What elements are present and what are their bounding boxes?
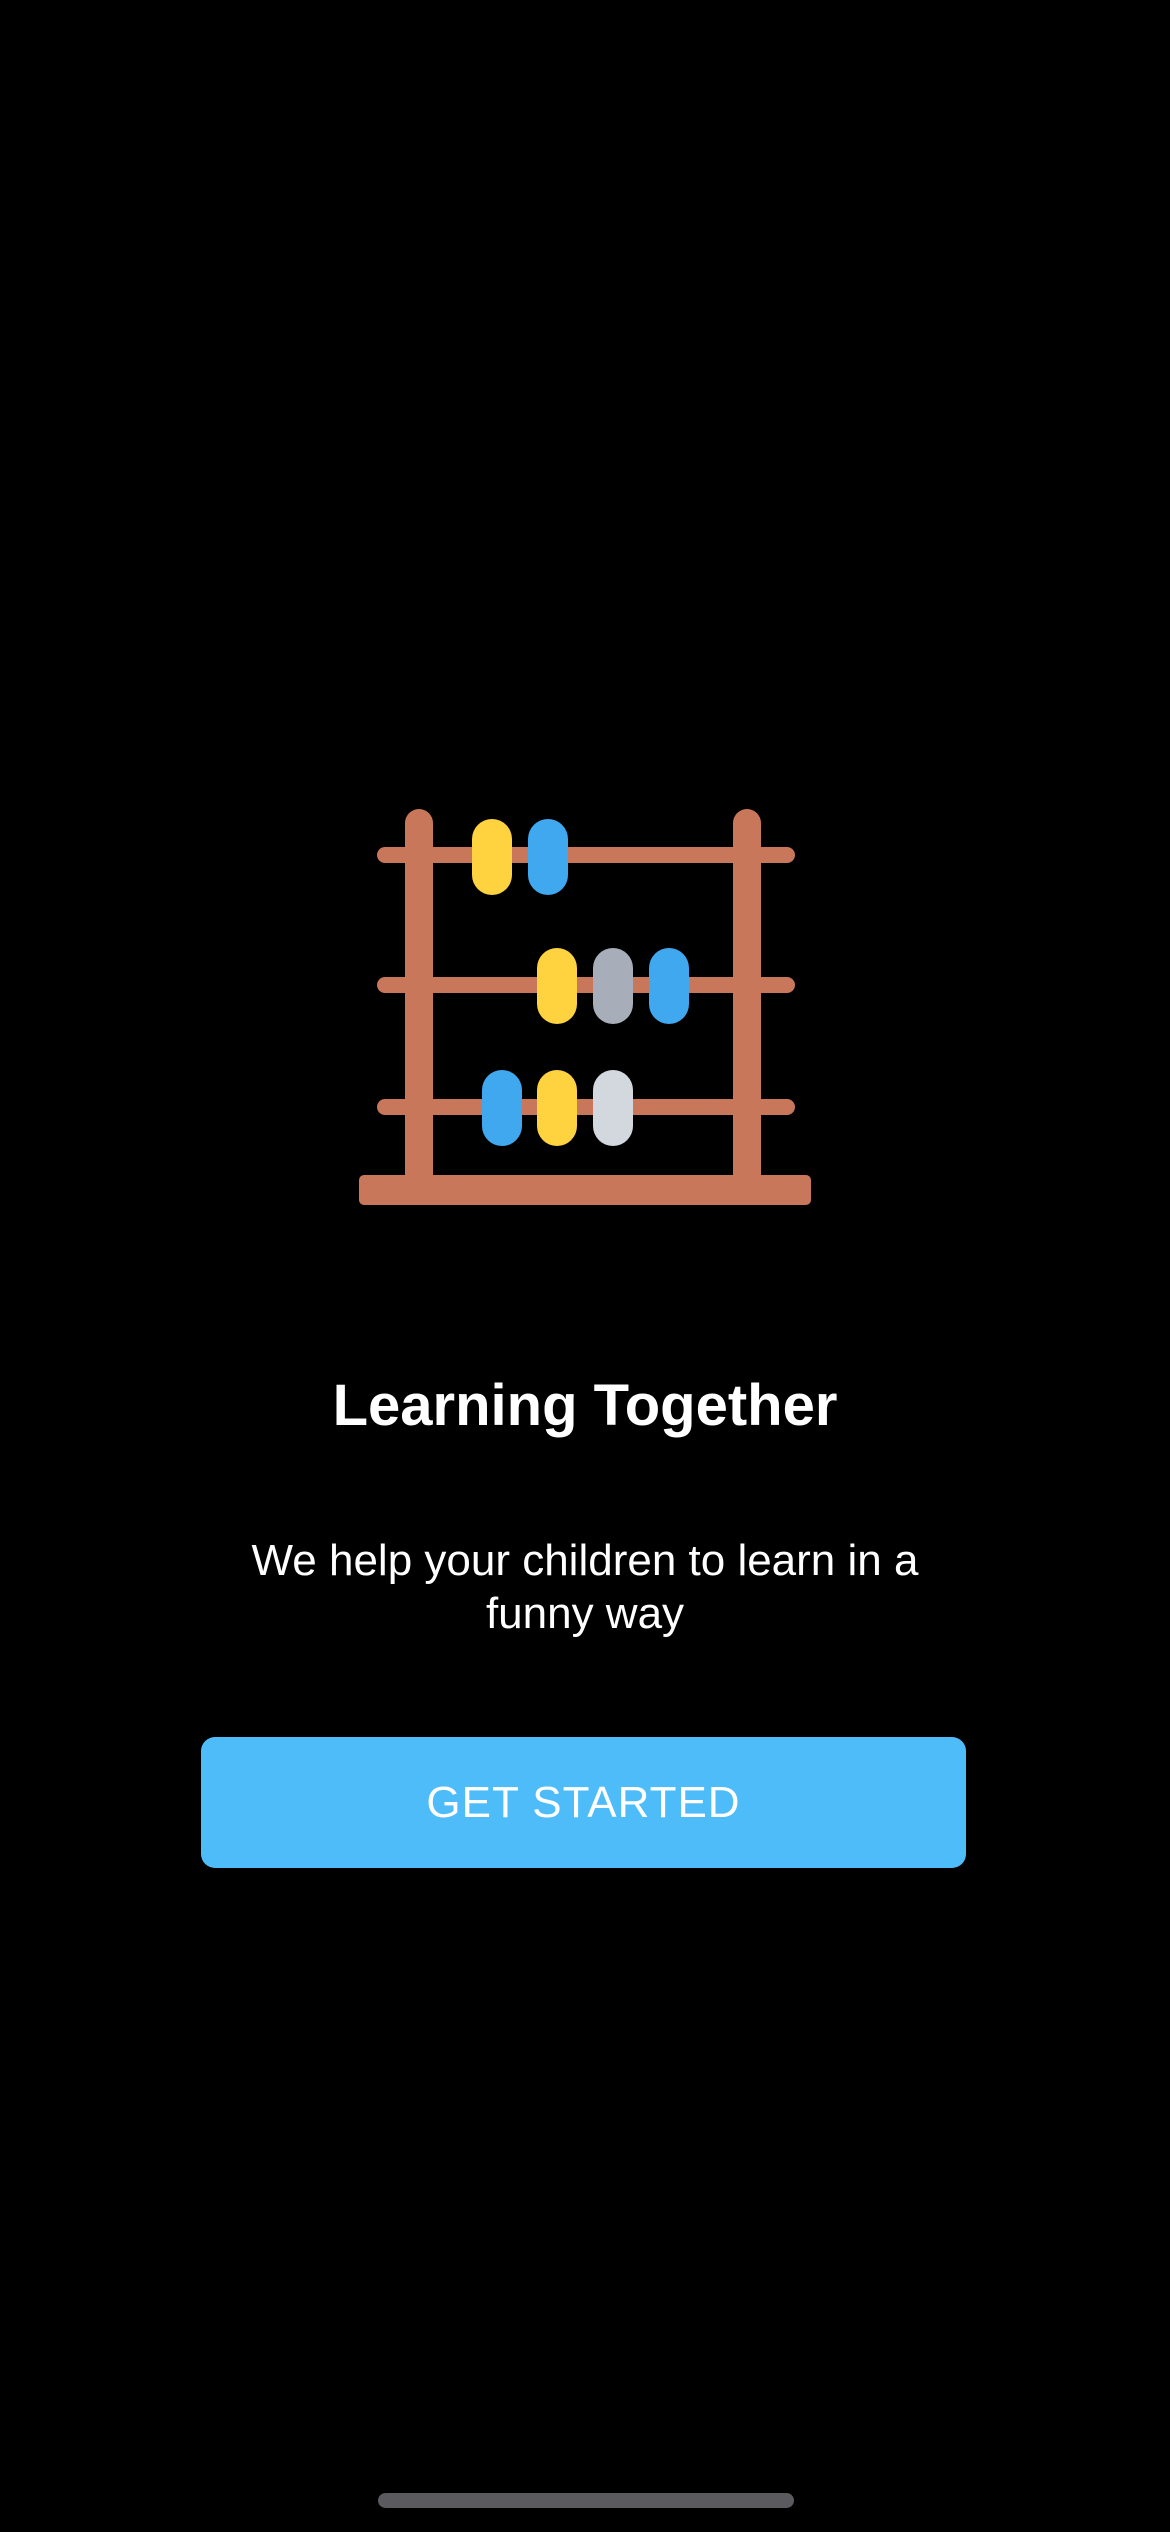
page-title: Learning Together [332,1373,838,1438]
get-started-button[interactable]: GET STARTED [201,1737,966,1868]
page-subtitle: We help your children to learn in a funn… [251,1536,919,1638]
onboarding-screen: Learning Together We help your children … [0,0,1170,2532]
abacus-icon [355,805,815,1210]
home-indicator[interactable] [378,2493,794,2508]
